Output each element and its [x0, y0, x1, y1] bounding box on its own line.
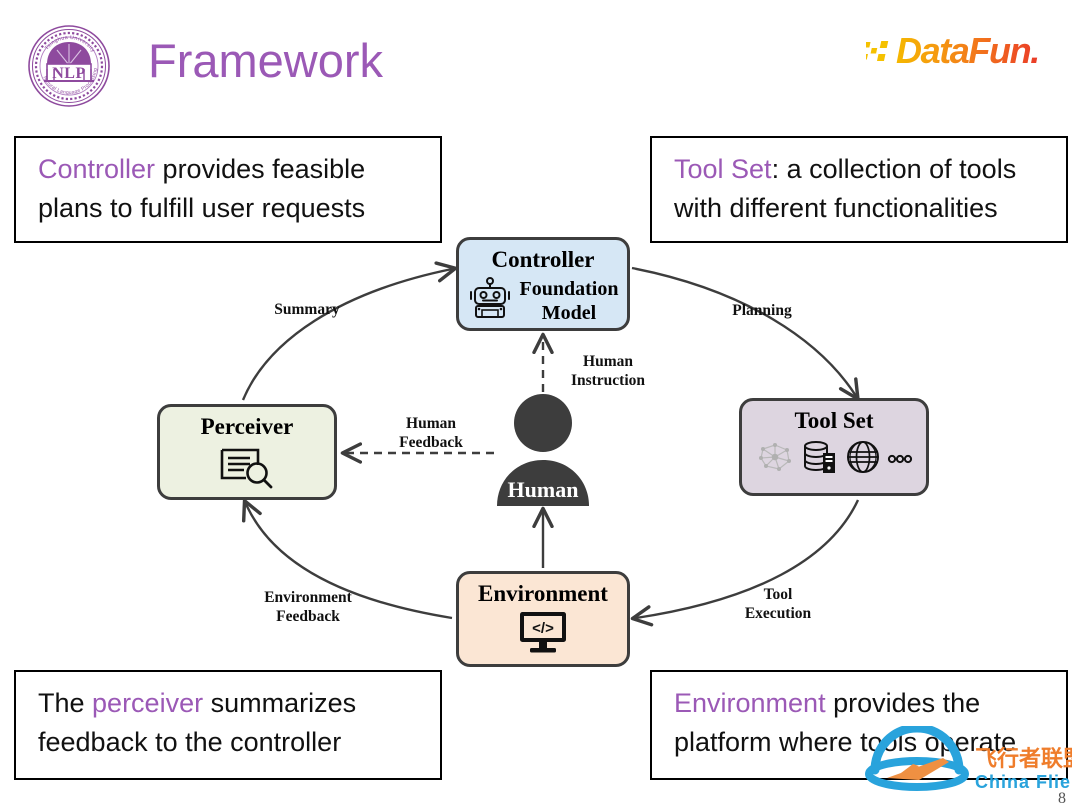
- node-perceiver[interactable]: Perceiver: [157, 404, 337, 500]
- monitor-code-icon: </>: [515, 609, 571, 660]
- node-environment-title: Environment: [478, 581, 608, 606]
- ellipsis-icon: [887, 451, 913, 469]
- node-environment[interactable]: Environment </>: [456, 571, 630, 667]
- globe-icon: [845, 439, 881, 480]
- node-tool-set-title: Tool Set: [794, 408, 874, 433]
- edge-label-environment-feedback: Environment Feedback: [264, 589, 352, 625]
- node-controller-title: Controller: [491, 247, 595, 272]
- slide-root: NLP Tsinghua University Natural Language…: [0, 0, 1080, 810]
- page-number: 8: [1058, 790, 1066, 807]
- edge-label-summary: Summary: [274, 301, 340, 318]
- document-search-icon: [216, 443, 278, 494]
- node-controller[interactable]: Controller Foundation Model: [456, 237, 630, 331]
- controller-sub-line1: Foundation: [519, 277, 619, 300]
- human-figure[interactable]: [490, 390, 596, 506]
- node-perceiver-title: Perceiver: [200, 414, 294, 439]
- edge-label-tool-execution: Tool Execution: [744, 586, 812, 622]
- svg-text:</>: </>: [532, 620, 554, 637]
- node-tool-set[interactable]: Tool Set: [739, 398, 929, 496]
- controller-sub-line2: Model: [541, 301, 597, 324]
- edge-label-planning: Planning: [732, 302, 792, 319]
- edge-summary: [241, 261, 458, 401]
- edge-label-human-feedback: Human Feedback: [399, 415, 463, 451]
- database-server-icon: [801, 439, 839, 480]
- robot-icon: [468, 276, 512, 325]
- edge-label-human-instruction: Human Instruction: [570, 353, 646, 389]
- network-graph-icon: [755, 440, 795, 479]
- node-controller-subtitle: Foundation Model: [520, 277, 619, 325]
- person-silhouette-icon: [497, 394, 589, 506]
